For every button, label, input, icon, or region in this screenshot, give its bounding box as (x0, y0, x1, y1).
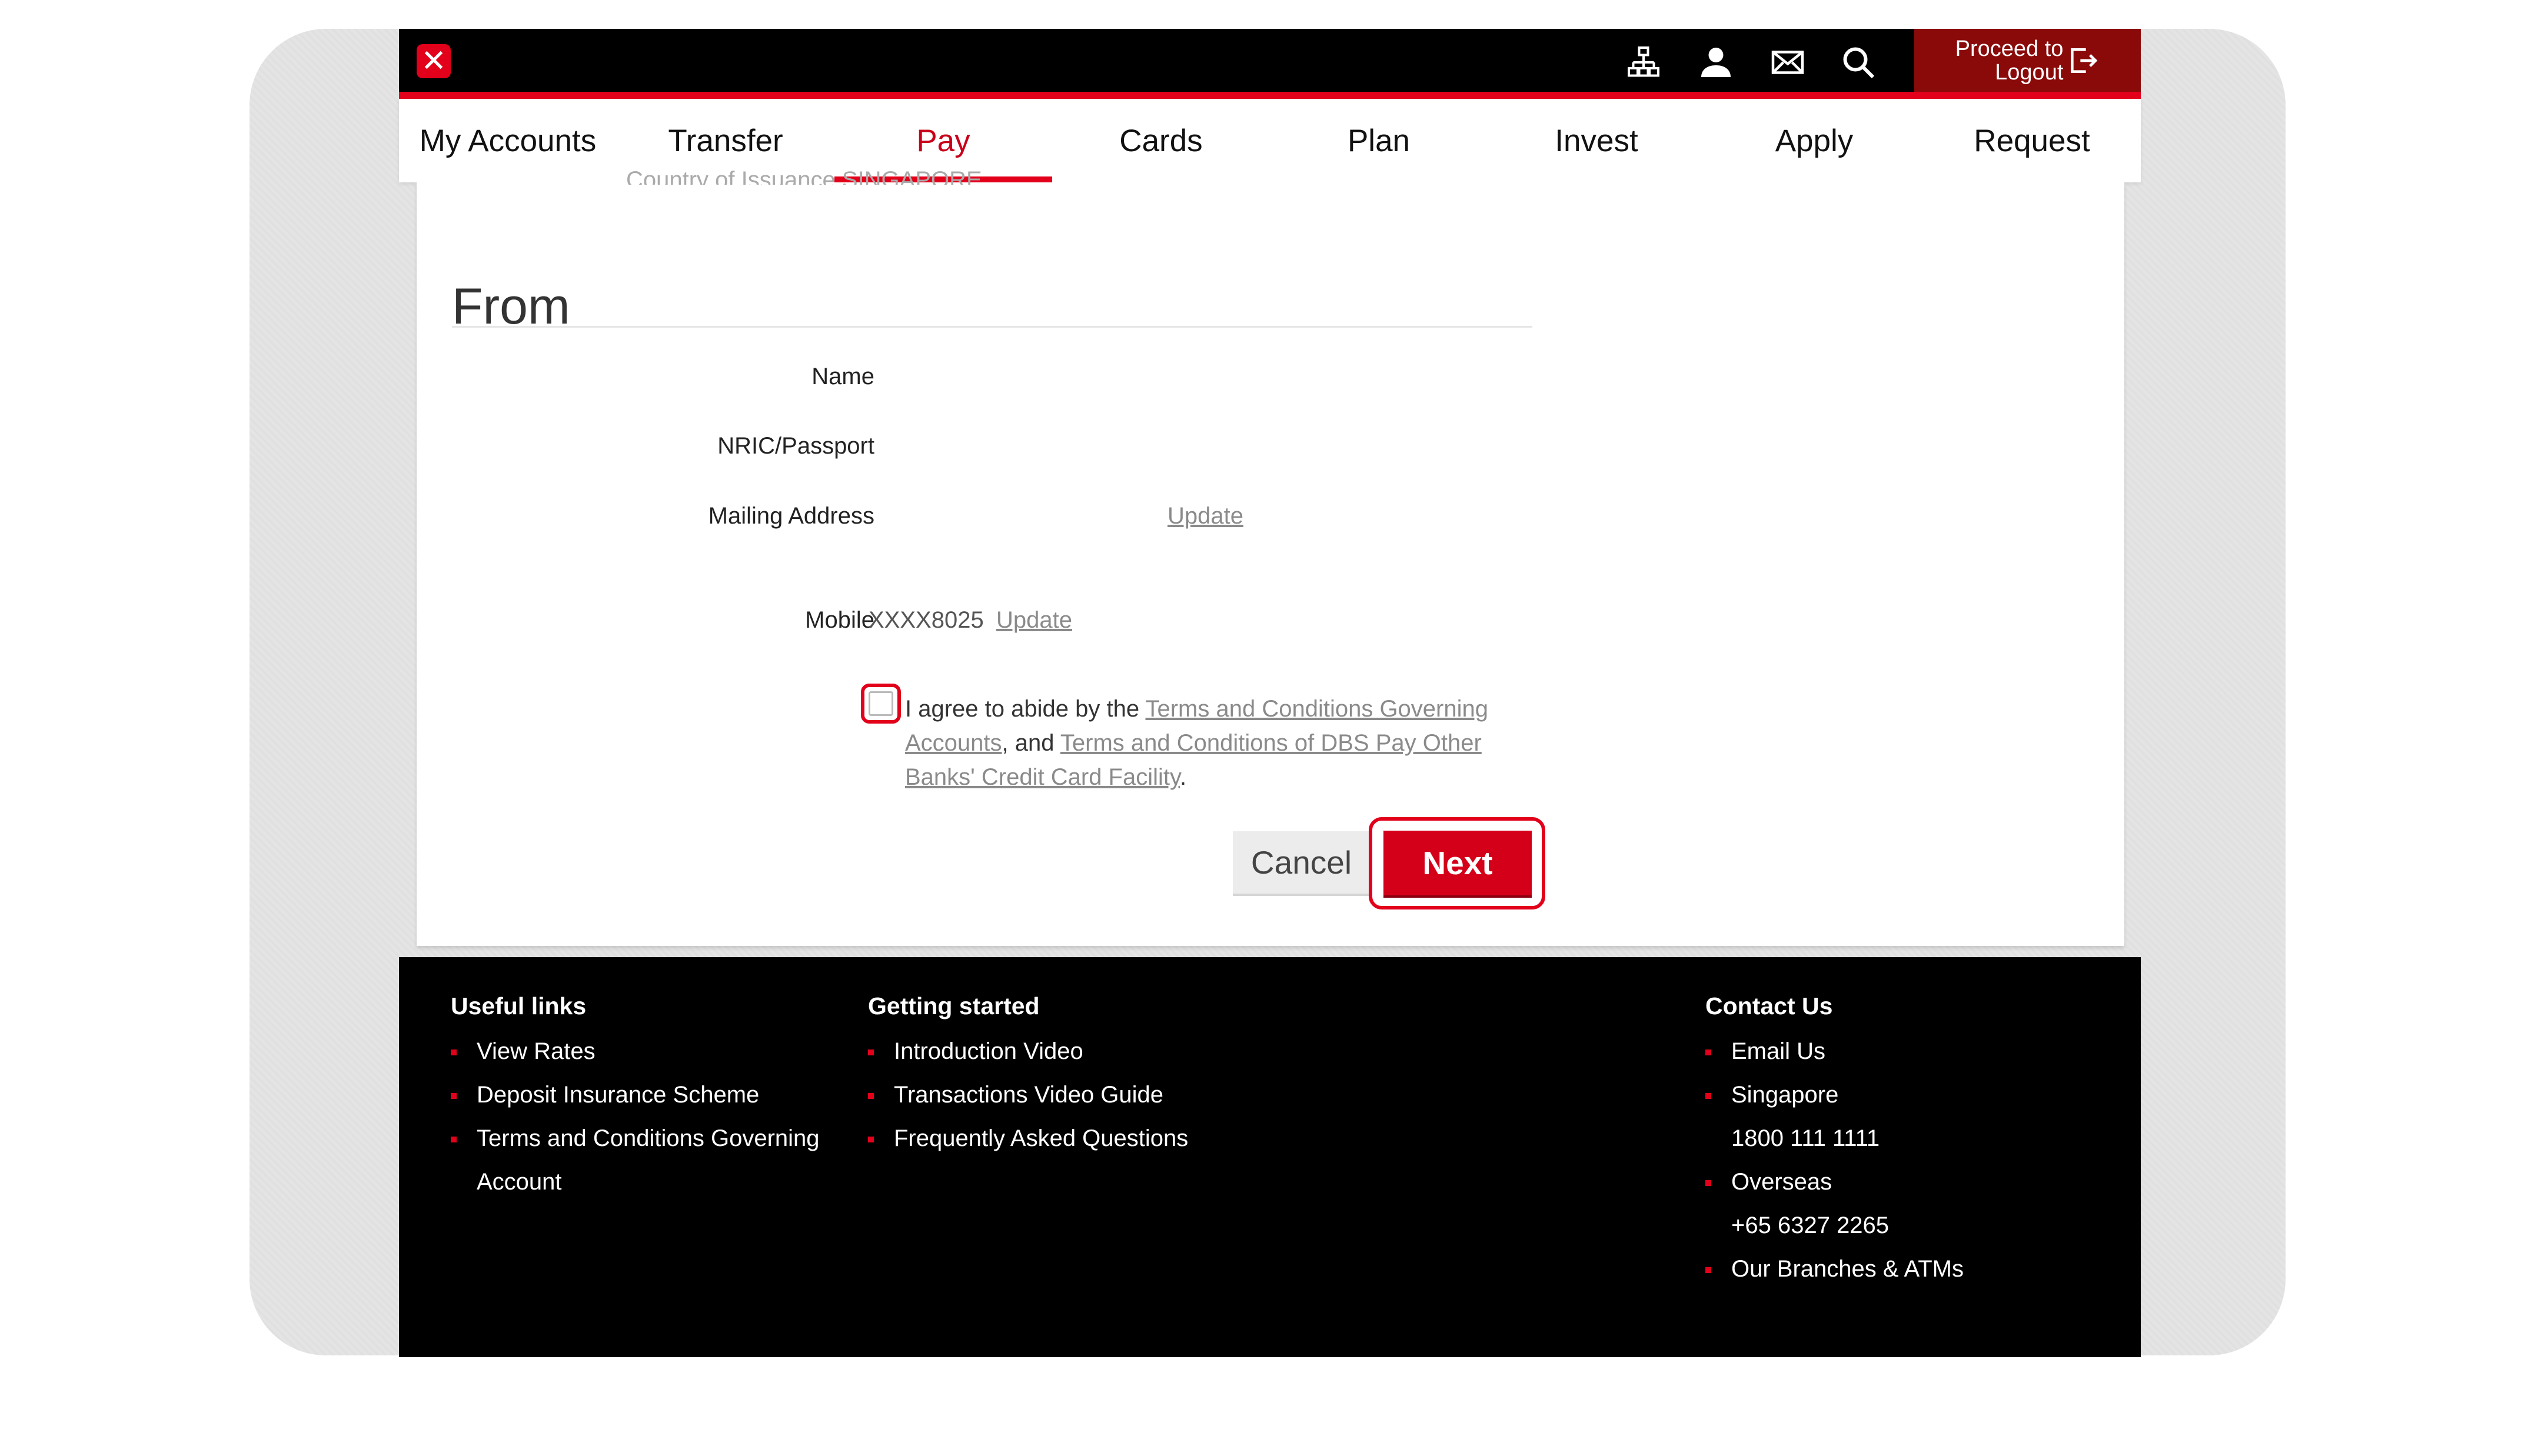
mobile-value: XXXX8025 (869, 607, 984, 633)
branches-atms-link[interactable]: Our Branches & ATMs (1705, 1247, 1964, 1291)
nav-invest[interactable]: Invest (1488, 99, 1705, 182)
terms-governing-account-link[interactable]: Terms and Conditions Governing Account (451, 1117, 853, 1204)
logout-icon (2071, 48, 2098, 73)
nav-request[interactable]: Request (1923, 99, 2141, 182)
mailing-address-update-link[interactable]: Update (1167, 503, 1243, 529)
agree-checkbox-highlight[interactable] (861, 684, 901, 724)
transactions-video-guide-link[interactable]: Transactions Video Guide (868, 1073, 1188, 1117)
useful-links-heading: Useful links (451, 992, 587, 1019)
country-of-issuance-row: Country of Issuance SINGAPORE (626, 167, 982, 185)
email-us-link[interactable]: Email Us (1705, 1029, 1964, 1073)
mobile-update-link[interactable]: Update (996, 607, 1072, 634)
getting-started-heading: Getting started (868, 992, 1040, 1019)
nav-my-accounts[interactable]: My Accounts (399, 99, 617, 182)
singapore-phone: 1800 111 1111 (1731, 1125, 1880, 1151)
agreement-suffix: . (1180, 764, 1187, 790)
next-button[interactable]: Next (1383, 831, 1532, 895)
dbs-logo-icon[interactable]: ✕ (417, 44, 451, 78)
overseas-label: Overseas (1705, 1160, 1964, 1204)
agreement-prefix: I agree to abide by the (905, 696, 1146, 722)
top-header: ✕ Proceed to Logout (399, 29, 2141, 99)
agree-checkbox[interactable] (869, 691, 893, 716)
nav-cards[interactable]: Cards (1052, 99, 1270, 182)
name-label: Name (811, 364, 874, 389)
search-icon[interactable] (1838, 42, 1879, 83)
user-icon[interactable] (1695, 42, 1737, 83)
footer-useful-links: Useful links View Rates Deposit Insuranc… (451, 992, 853, 1204)
logout-button[interactable]: Proceed to Logout (1914, 29, 2141, 92)
contact-us-heading: Contact Us (1705, 992, 1833, 1019)
mobile-label: Mobile (805, 607, 874, 633)
mail-icon[interactable] (1767, 42, 1808, 83)
faq-link[interactable]: Frequently Asked Questions (868, 1117, 1188, 1160)
nav-plan[interactable]: Plan (1270, 99, 1488, 182)
singapore-label: Singapore (1705, 1073, 1964, 1117)
footer-getting-started: Getting started Introduction Video Trans… (868, 992, 1188, 1160)
agreement-text: I agree to abide by the Terms and Condit… (905, 692, 1552, 794)
introduction-video-link[interactable]: Introduction Video (868, 1029, 1188, 1073)
mailing-address-label: Mailing Address (708, 503, 874, 529)
nav-apply[interactable]: Apply (1705, 99, 1923, 182)
agreement-middle: , and (1002, 730, 1060, 756)
footer-contact: Contact Us Email Us Singapore 1800 111 1… (1705, 992, 1964, 1291)
cancel-button[interactable]: Cancel (1233, 831, 1370, 896)
deposit-insurance-link[interactable]: Deposit Insurance Scheme (451, 1073, 853, 1117)
form-card: Country of Issuance SINGAPORE From Name … (417, 167, 2124, 946)
nric-passport-label: NRIC/Passport (717, 433, 874, 459)
sitemap-icon[interactable] (1623, 42, 1664, 83)
view-rates-link[interactable]: View Rates (451, 1029, 853, 1073)
overseas-phone: +65 6327 2265 (1731, 1212, 1890, 1238)
footer: Useful links View Rates Deposit Insuranc… (399, 957, 2141, 1357)
logout-label: Proceed to Logout (1955, 36, 2064, 85)
section-divider (452, 326, 1532, 328)
